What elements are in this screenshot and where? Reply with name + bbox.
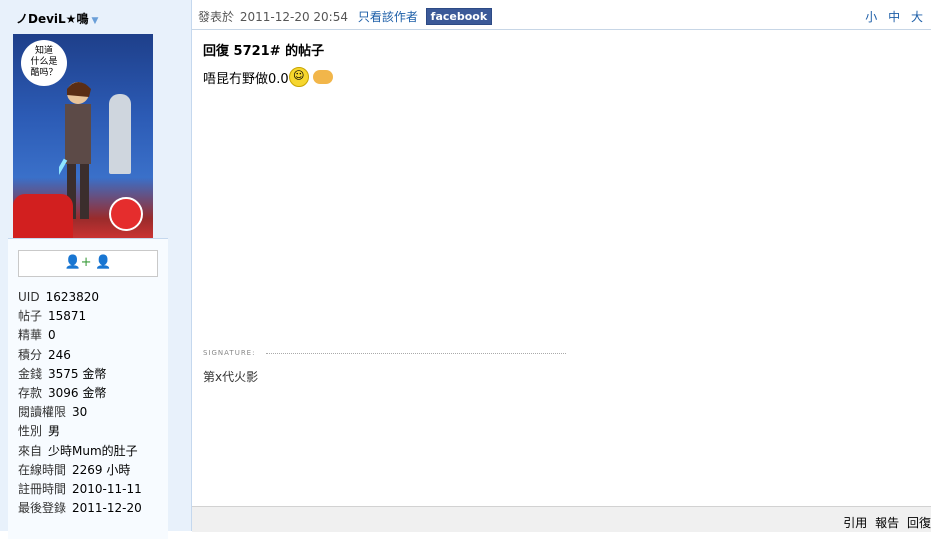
- stat-uid: UID 1623820: [18, 290, 100, 304]
- stat-points: 積分 246: [18, 347, 71, 362]
- post-body-text: 唔昆冇野做0.0: [203, 72, 289, 87]
- stat-money: 金錢 3575 金幣: [18, 366, 107, 381]
- stat-posts: 帖子 15871: [18, 309, 87, 324]
- profile-stats: UID 1623820 帖子 15871 精華 0 積分 246 金錢 3575 金幣 存…: [18, 288, 142, 518]
- post-header-bar: 發表於 2011-12-20 20:54 只看該作者 facebook 小 中 …: [192, 0, 931, 30]
- chevron-down-icon[interactable]: ▼: [91, 16, 98, 26]
- reply-button[interactable]: 回復: [907, 516, 931, 530]
- avatar-rocket-graphic: [109, 94, 131, 174]
- stat-last-login: 最後登錄 2011-12-20: [18, 501, 142, 516]
- posted-at-label: 發表於: [198, 10, 235, 24]
- message-user-icon[interactable]: 👤: [95, 255, 111, 270]
- post-meta: 發表於 2011-12-20 20:54 只看該作者 facebook: [198, 8, 493, 26]
- signature-divider: [266, 353, 566, 354]
- stat-from: 來自 少時Mum的肚子: [18, 443, 138, 458]
- add-friend-button[interactable]: 👤+ 👤: [18, 250, 158, 277]
- stat-register-date: 註冊時間 2010-11-11: [18, 481, 142, 496]
- font-size-small[interactable]: 小: [865, 10, 877, 24]
- handshake-icon: [312, 69, 333, 84]
- avatar[interactable]: 知道 什么是 酷吗？: [13, 34, 153, 239]
- stat-read-permission: 閱讀權限 30: [18, 405, 88, 420]
- avatar-spider-graphic: [109, 197, 143, 231]
- stat-digest: 精華 0: [18, 328, 56, 343]
- add-friend-icon[interactable]: 👤+: [64, 255, 91, 270]
- post-title: 回復 5721# 的帖子: [203, 44, 325, 59]
- font-size-medium[interactable]: 中: [888, 10, 900, 24]
- only-author-link[interactable]: 只看該作者: [358, 10, 418, 24]
- username-text[interactable]: ノDeviL★鳴: [16, 12, 88, 26]
- report-button[interactable]: 報告: [875, 516, 899, 530]
- post-body: 唔昆冇野做0.0 ☺: [203, 66, 333, 90]
- post-timestamp: 2011-12-20 20:54: [239, 10, 348, 24]
- signature-label: SIGNATURE:: [203, 349, 256, 357]
- grin-smiley-icon: ☺: [288, 66, 309, 87]
- signature-text: 第x代火影: [203, 370, 259, 384]
- stat-gender: 性別男: [18, 424, 61, 439]
- post-footer-bar: 引用 報告 回復: [192, 506, 931, 532]
- font-size-large[interactable]: 大: [911, 10, 923, 24]
- post-actions: 引用 報告 回復: [839, 514, 931, 531]
- facebook-share-button[interactable]: facebook: [425, 8, 493, 25]
- avatar-car-graphic: [13, 194, 73, 239]
- stat-deposit: 存款 3096 金幣: [18, 385, 107, 400]
- quote-button[interactable]: 引用: [843, 516, 867, 530]
- author-sidebar: ノDeviL★鳴 ▼ 知道 什么是 酷吗？ 👤+ 👤 UID 1623820 帖子 1…: [0, 0, 192, 539]
- font-size-switcher: 小 中 大: [858, 8, 923, 25]
- profile-info-box: 👤+ 👤 UID 1623820 帖子 15871 精華 0 積分 246 金錢 3575…: [8, 238, 168, 539]
- username-link[interactable]: ノDeviL★鳴 ▼: [16, 10, 98, 27]
- stat-online-time: 在線時間 2269 小時: [18, 462, 131, 477]
